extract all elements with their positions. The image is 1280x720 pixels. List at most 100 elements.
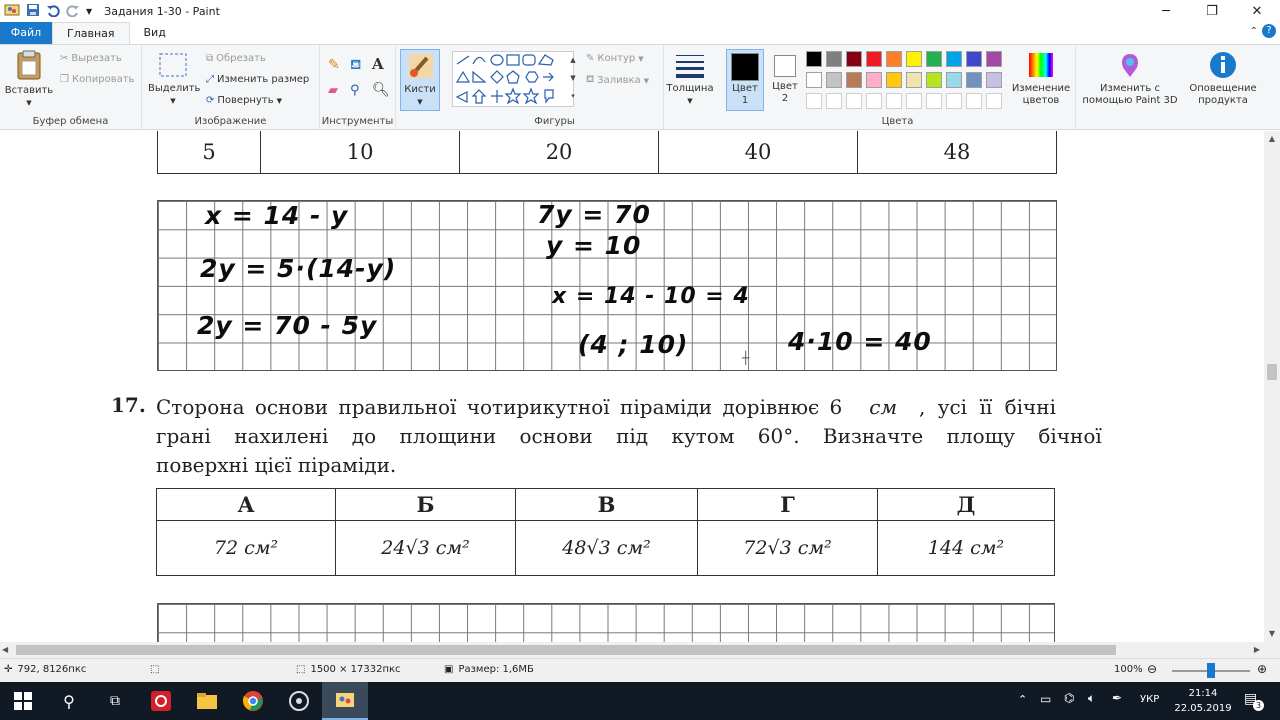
crop-button[interactable]: ⧉ Обрезать: [206, 53, 266, 64]
scroll-right-icon[interactable]: ▶: [1254, 642, 1260, 658]
shapes-scroll[interactable]: ▲ ▼ ▾: [568, 51, 578, 107]
palette-swatch[interactable]: [886, 72, 902, 88]
edit-colors-button[interactable]: Изменение цветов: [1010, 51, 1072, 107]
fill-button[interactable]: ⛾ Заливка ▼: [586, 74, 649, 87]
product-alert-button[interactable]: Оповещение продукта: [1186, 51, 1260, 107]
task-line: поверхні цієї піраміди.: [156, 453, 397, 477]
palette-swatch[interactable]: [926, 51, 942, 67]
vertical-scrollbar[interactable]: ▲ ▼: [1264, 131, 1280, 642]
shapes-gallery[interactable]: [452, 51, 574, 107]
palette-swatch[interactable]: [966, 72, 982, 88]
palette-swatch[interactable]: [946, 72, 962, 88]
close-button[interactable]: ✕: [1234, 0, 1280, 22]
palette-swatch[interactable]: [846, 51, 862, 67]
pen-icon[interactable]: ✒: [1112, 691, 1122, 705]
palette-swatch[interactable]: [806, 93, 822, 109]
palette-swatch[interactable]: [886, 93, 902, 109]
search-icon[interactable]: ⚲: [46, 682, 92, 720]
task-view-icon[interactable]: ⧉: [92, 682, 138, 720]
app-icon-camera[interactable]: [276, 682, 322, 720]
palette-swatch[interactable]: [846, 72, 862, 88]
palette-swatch[interactable]: [946, 93, 962, 109]
canvas[interactable]: 5 10 20 40 48 x = 14 - y 2y = 5·(14-y) 2…: [0, 131, 1264, 642]
rotate-button[interactable]: ⟳ Повернуть ▼: [206, 95, 282, 106]
magnifier-icon[interactable]: 🔍︎: [372, 82, 390, 98]
palette-swatch[interactable]: [866, 51, 882, 67]
palette-swatch[interactable]: [826, 93, 842, 109]
horizontal-scrollbar[interactable]: ◀ ▶: [0, 642, 1264, 658]
meet-now-icon[interactable]: ⌬: [1064, 691, 1074, 705]
scroll-up-icon[interactable]: ▲: [1264, 131, 1280, 147]
palette-swatch[interactable]: [846, 93, 862, 109]
scroll-left-icon[interactable]: ◀: [2, 642, 8, 658]
palette-swatch[interactable]: [866, 93, 882, 109]
palette-swatch[interactable]: [886, 51, 902, 67]
customize-quick-access-icon[interactable]: ▼: [86, 7, 92, 16]
vertical-scroll-thumb[interactable]: [1267, 364, 1277, 380]
select-button[interactable]: Выделить ▼: [148, 51, 200, 107]
ribbon-collapse-icon[interactable]: ⌃: [1250, 26, 1258, 37]
volume-icon[interactable]: 🔈︎: [1088, 691, 1095, 706]
palette-swatch[interactable]: [906, 72, 922, 88]
brushes-button[interactable]: Кисти ▼: [400, 49, 440, 111]
text-tool-icon[interactable]: A: [372, 55, 384, 73]
clock[interactable]: 21:14 22.05.2019: [1172, 686, 1234, 716]
palette-swatch[interactable]: [806, 72, 822, 88]
resize-button[interactable]: ⤢ Изменить размер: [206, 74, 309, 85]
palette-swatch[interactable]: [986, 51, 1002, 67]
palette-swatch[interactable]: [966, 93, 982, 109]
eraser-icon[interactable]: ▰: [328, 83, 338, 98]
palette-swatch[interactable]: [806, 51, 822, 67]
palette-swatch[interactable]: [926, 93, 942, 109]
chrome-icon[interactable]: [230, 682, 276, 720]
zoom-slider-thumb[interactable]: [1207, 663, 1215, 678]
option-header: Г: [697, 488, 878, 521]
tab-file[interactable]: Файл: [0, 22, 52, 44]
restore-button[interactable]: ❐: [1189, 0, 1235, 22]
input-language[interactable]: УКР: [1140, 694, 1159, 705]
start-button[interactable]: [0, 682, 46, 720]
help-icon[interactable]: ?: [1262, 24, 1276, 38]
palette-swatch[interactable]: [986, 72, 1002, 88]
network-icon[interactable]: ▭: [1040, 692, 1051, 706]
paint-taskbar-icon[interactable]: [322, 682, 368, 720]
pencil-icon[interactable]: ✎: [328, 57, 340, 73]
tab-home[interactable]: Главная: [52, 22, 130, 44]
palette-swatch[interactable]: [906, 93, 922, 109]
app-icon-red[interactable]: [138, 682, 184, 720]
palette-swatch[interactable]: [946, 51, 962, 67]
zoom-out-icon[interactable]: ⊖: [1147, 662, 1157, 676]
color-picker-icon[interactable]: ⚲: [350, 83, 360, 98]
paste-button[interactable]: Вставить ▼: [4, 49, 54, 109]
zoom-in-icon[interactable]: ⊕: [1257, 662, 1267, 676]
undo-icon[interactable]: [46, 3, 60, 20]
paint3d-button[interactable]: Изменить с помощью Paint 3D: [1080, 51, 1180, 107]
copy-button[interactable]: ❐ Копировать: [60, 74, 134, 85]
palette-swatch[interactable]: [866, 72, 882, 88]
handwritten-line: x = 14 - y: [205, 201, 349, 230]
line-thickness-icon: [674, 55, 706, 82]
color1-button[interactable]: Цвет 1: [726, 49, 764, 111]
scroll-down-icon[interactable]: ▼: [1264, 626, 1280, 642]
file-explorer-icon[interactable]: [184, 682, 230, 720]
tab-view[interactable]: Вид: [130, 22, 180, 44]
answer-cell: 48: [856, 131, 1058, 174]
fill-bucket-icon[interactable]: ⛾: [350, 57, 361, 75]
outline-button[interactable]: ✎ Контур ▼: [586, 53, 644, 64]
redo-icon[interactable]: [66, 3, 80, 20]
horizontal-scroll-thumb[interactable]: [16, 645, 1116, 655]
palette-swatch[interactable]: [986, 93, 1002, 109]
palette-swatch[interactable]: [906, 51, 922, 67]
palette-swatch[interactable]: [926, 72, 942, 88]
palette-swatch[interactable]: [826, 51, 842, 67]
option-header: Д: [877, 488, 1055, 521]
colors-group: Цвет 1 Цвет 2 Изменение цветов Цвета: [720, 45, 1076, 129]
palette-swatch[interactable]: [966, 51, 982, 67]
thickness-button[interactable]: Толщина ▼: [666, 51, 714, 107]
save-icon[interactable]: [26, 3, 40, 20]
palette-swatch[interactable]: [826, 72, 842, 88]
minimize-button[interactable]: ─: [1143, 0, 1189, 22]
cut-button[interactable]: ✂ Вырезать: [60, 53, 122, 64]
color2-button[interactable]: Цвет 2: [766, 49, 804, 111]
show-hidden-icons[interactable]: ⌃: [1018, 693, 1027, 706]
